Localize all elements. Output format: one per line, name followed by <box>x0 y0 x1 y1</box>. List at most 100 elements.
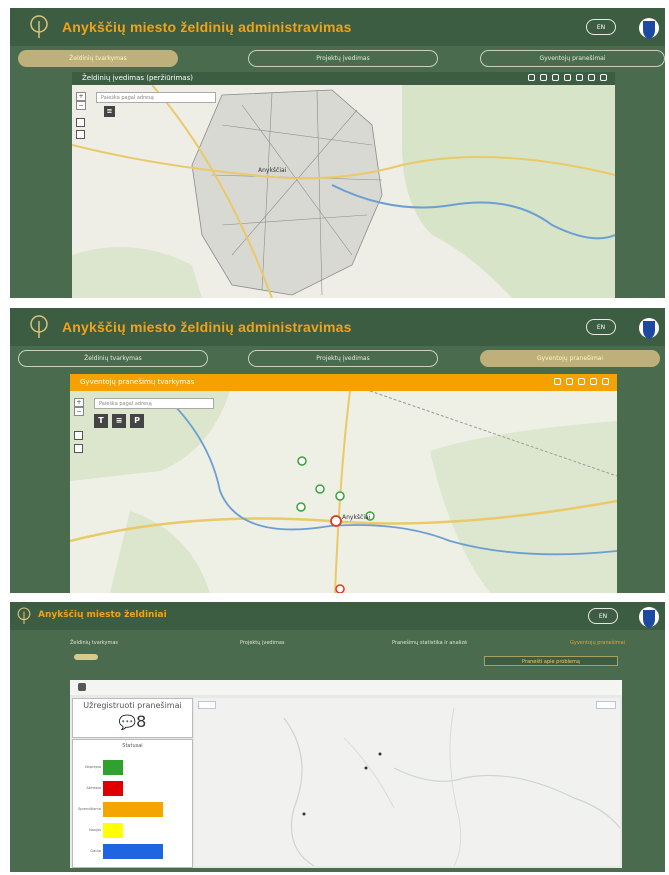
zoom-in-button[interactable]: + <box>74 398 84 407</box>
report-marker-green[interactable] <box>297 456 307 466</box>
tab-projects[interactable]: Projektų įvedimas <box>248 50 438 67</box>
tool-button-3[interactable]: P <box>130 414 144 428</box>
status-bar[interactable] <box>103 844 163 859</box>
report-count-card: Užregistruoti pranešimai 💬8 <box>72 698 193 738</box>
map-point[interactable] <box>302 812 306 816</box>
search-input[interactable]: Paieška pagal adresą <box>94 398 214 409</box>
tab-greenery[interactable]: Želdinių tvarkymas <box>18 350 208 367</box>
main-tabs: Želdinių tvarkymas Projektų įvedimas Gyv… <box>10 50 665 68</box>
search-input[interactable]: Paieška pagal adresą <box>96 92 216 103</box>
count-title: Užregistruoti pranešimai <box>83 701 182 710</box>
report-marker-green[interactable] <box>296 502 306 512</box>
layers-icon[interactable] <box>554 378 561 385</box>
tool-button-1[interactable]: T <box>94 414 108 428</box>
tool-button-2[interactable]: ≡ <box>112 414 126 428</box>
layers-icon[interactable] <box>528 74 535 81</box>
info-icon[interactable] <box>576 74 583 81</box>
locate-button[interactable] <box>76 130 85 139</box>
statistics-map[interactable] <box>194 698 621 867</box>
screenshot-reports-map: Anykščių miesto želdinių administravimas… <box>10 308 665 593</box>
count-value-row: 💬8 <box>73 712 192 731</box>
tree-logo-icon <box>30 315 48 338</box>
status-bar[interactable] <box>103 802 163 817</box>
statistics-dashboard: Užregistruoti pranešimai 💬8 Statusai Išs… <box>70 680 622 868</box>
status-chart: Statusai Išspręsta Atmesta Sprendžiama Nauj… <box>72 739 193 868</box>
city-crest-icon <box>639 18 659 39</box>
close-icon[interactable] <box>600 74 607 81</box>
report-marker-red[interactable] <box>330 515 342 527</box>
menu-icon[interactable] <box>78 683 86 691</box>
app-header: Anykščių miesto želdinių administravimas… <box>10 8 665 46</box>
home-button[interactable] <box>74 431 83 440</box>
status-bar-label: Išspręsta <box>85 765 101 769</box>
table-icon[interactable] <box>566 378 573 385</box>
stats-title: Statusai <box>122 743 143 749</box>
statistics-map-canvas[interactable] <box>194 698 621 867</box>
city-crest-icon <box>639 607 659 628</box>
status-bar[interactable] <box>103 760 123 775</box>
city-crest-icon <box>639 318 659 339</box>
screenshot-statistics: Anykščių miesto želdiniai EN Želdinių tv… <box>10 602 665 872</box>
app-title: Anykščių miesto želdinių administravimas <box>62 19 352 35</box>
grid-icon[interactable] <box>578 378 585 385</box>
status-bar-label: Sprendžiama <box>78 807 101 811</box>
print-icon[interactable] <box>590 378 597 385</box>
grid-icon[interactable] <box>552 74 559 81</box>
region-map[interactable]: Anykščiai <box>70 391 617 593</box>
language-button[interactable]: EN <box>586 19 616 35</box>
home-button[interactable] <box>76 118 85 127</box>
map-toolbar: Gyventojų pranešimų tvarkymas <box>70 374 617 391</box>
dashboard-toolbar <box>70 680 622 695</box>
map-point[interactable] <box>378 752 382 756</box>
status-bar-label: Atmesta <box>86 786 101 790</box>
tab-projects[interactable]: Projektų įvedimas <box>248 350 438 367</box>
app-title: Anykščių miesto želdiniai <box>38 610 167 620</box>
status-bar[interactable] <box>103 781 123 796</box>
status-bar-label: Gauta <box>90 849 101 853</box>
map-zoom-control[interactable] <box>596 701 616 709</box>
language-button[interactable]: EN <box>588 608 618 624</box>
report-marker-green[interactable] <box>315 484 325 494</box>
filter-toggle[interactable] <box>74 654 98 660</box>
map-legend-toggle[interactable] <box>198 701 216 709</box>
main-tabs: Želdinių tvarkymas Projektų įvedimas Gyv… <box>10 350 665 368</box>
map-title: Želdinių įvedimas (peržiūrimas) <box>82 74 193 82</box>
tab-greenery[interactable]: Želdinių tvarkymas <box>18 50 178 67</box>
place-label: Anykščiai <box>258 167 287 174</box>
link-statistics[interactable]: Pranešimų statistika ir analizė <box>392 640 467 646</box>
language-button[interactable]: EN <box>586 319 616 335</box>
zoom-out-button[interactable]: − <box>76 101 86 110</box>
map-point[interactable] <box>364 766 368 770</box>
map-tools <box>554 378 609 385</box>
place-label: Anykščiai <box>342 514 371 521</box>
print-icon[interactable] <box>588 74 595 81</box>
tab-reports[interactable]: Gyventojų pranešimai <box>480 350 660 367</box>
layer-toggle-button[interactable]: ≡ <box>104 106 115 117</box>
status-bar[interactable] <box>103 823 123 838</box>
report-marker-red[interactable] <box>335 584 345 593</box>
city-map[interactable]: Anykščiai <box>72 85 615 298</box>
status-bar-label: Naujas <box>89 828 101 832</box>
map-tools <box>528 74 607 81</box>
link-greenery[interactable]: Želdinių tvarkymas <box>70 640 118 646</box>
report-problem-button[interactable]: Pranešti apie problemą <box>484 656 618 666</box>
tree-logo-icon <box>17 607 31 624</box>
report-marker-green[interactable] <box>335 491 345 501</box>
tree-logo-icon <box>30 15 48 38</box>
zoom-in-button[interactable]: + <box>76 92 86 101</box>
link-projects[interactable]: Projektų įvedimas <box>240 640 285 646</box>
map-frame: Želdinių įvedimas (peržiūrimas) Anykščia… <box>72 72 615 298</box>
screenshot-green-admin: Anykščių miesto želdinių administravimas… <box>10 8 665 298</box>
map-toolbar: Želdinių įvedimas (peržiūrimas) <box>72 72 615 85</box>
speech-bubble-icon: 💬 <box>118 715 137 731</box>
tab-reports[interactable]: Gyventojų pranešimai <box>480 50 665 67</box>
edit-icon[interactable] <box>564 74 571 81</box>
count-value: 8 <box>136 712 147 731</box>
link-reports[interactable]: Gyventojų pranešimai <box>570 640 625 646</box>
app-header: Anykščių miesto želdiniai EN <box>10 602 665 630</box>
close-icon[interactable] <box>602 378 609 385</box>
app-title: Anykščių miesto želdinių administravimas <box>62 319 352 335</box>
locate-button[interactable] <box>74 444 83 453</box>
table-icon[interactable] <box>540 74 547 81</box>
zoom-out-button[interactable]: − <box>74 407 84 416</box>
